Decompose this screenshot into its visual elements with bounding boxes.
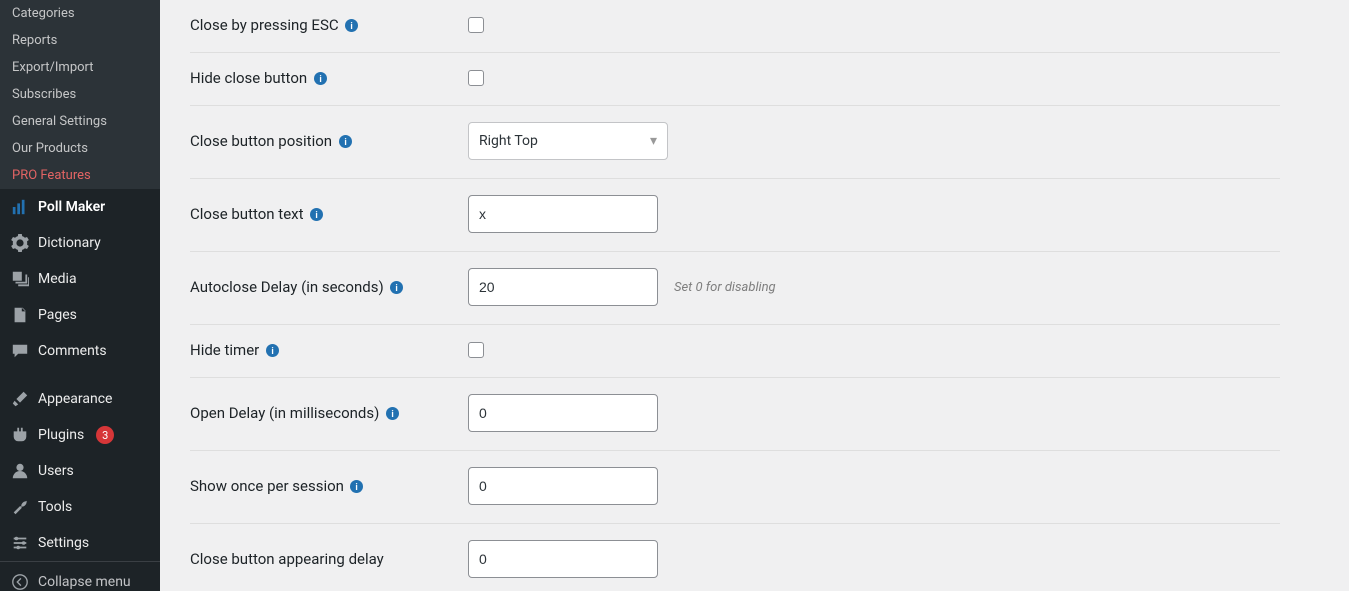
- svg-text:i: i: [344, 137, 346, 147]
- field-label: Autoclose Delay (in seconds): [190, 278, 384, 296]
- menu-dictionary[interactable]: Dictionary: [0, 225, 160, 261]
- close-position-select[interactable]: Right Top ▾: [468, 122, 668, 160]
- submenu-pro-features[interactable]: PRO Features: [0, 162, 160, 189]
- admin-sidebar: Categories Reports Export/Import Subscri…: [0, 0, 160, 591]
- menu-tools[interactable]: Tools: [0, 489, 160, 525]
- field-label: Hide close button: [190, 69, 307, 87]
- autoclose-delay-input[interactable]: [468, 268, 658, 306]
- hide-timer-checkbox[interactable]: [468, 342, 484, 358]
- field-label: Close by pressing ESC: [190, 16, 339, 34]
- svg-text:i: i: [350, 21, 352, 31]
- row-close-text: Close button text i: [190, 179, 1280, 252]
- helper-text: Set 0 for disabling: [674, 280, 776, 295]
- menu-label: Pages: [38, 307, 77, 323]
- chart-icon: [10, 197, 30, 217]
- menu-appearance[interactable]: Appearance: [0, 381, 160, 417]
- row-close-position: Close button position i Right Top ▾: [190, 106, 1280, 179]
- gear-icon: [10, 233, 30, 253]
- menu-pages[interactable]: Pages: [0, 297, 160, 333]
- menu-label: Tools: [38, 499, 72, 515]
- row-close-esc: Close by pressing ESC i: [190, 0, 1280, 53]
- row-close-appearing-delay: Close button appearing delay: [190, 524, 1280, 591]
- brush-icon: [10, 389, 30, 409]
- hide-close-checkbox[interactable]: [468, 70, 484, 86]
- menu-label: Media: [38, 271, 77, 287]
- plugins-update-badge: 3: [96, 426, 114, 444]
- info-icon[interactable]: i: [390, 280, 404, 294]
- menu-label: Settings: [38, 535, 89, 551]
- menu-plugins[interactable]: Plugins 3: [0, 417, 160, 453]
- svg-text:i: i: [319, 74, 321, 84]
- media-icon: [10, 269, 30, 289]
- settings-icon: [10, 533, 30, 553]
- row-open-delay: Open Delay (in milliseconds) i: [190, 378, 1280, 451]
- row-hide-timer: Hide timer i: [190, 325, 1280, 378]
- menu-label: Poll Maker: [38, 199, 105, 215]
- info-icon[interactable]: i: [350, 479, 364, 493]
- row-hide-close: Hide close button i: [190, 53, 1280, 106]
- row-autoclose-delay: Autoclose Delay (in seconds) i Set 0 for…: [190, 252, 1280, 325]
- submenu-general-settings[interactable]: General Settings: [0, 108, 160, 135]
- submenu-categories[interactable]: Categories: [0, 0, 160, 27]
- menu-label: Dictionary: [38, 235, 101, 251]
- submenu-subscribes[interactable]: Subscribes: [0, 81, 160, 108]
- chevron-down-icon: ▾: [650, 133, 657, 149]
- row-once-per-session: Show once per session i: [190, 451, 1280, 524]
- close-text-input[interactable]: [468, 195, 658, 233]
- select-value: Right Top: [479, 133, 538, 149]
- close-esc-checkbox[interactable]: [468, 17, 484, 33]
- submenu-export-import[interactable]: Export/Import: [0, 54, 160, 81]
- field-label: Close button text: [190, 205, 304, 223]
- menu-label: Appearance: [38, 391, 112, 407]
- menu-label: Users: [38, 463, 74, 479]
- menu-label: Plugins: [38, 427, 84, 443]
- field-label: Hide timer: [190, 341, 259, 359]
- menu-settings[interactable]: Settings: [0, 525, 160, 561]
- svg-text:i: i: [391, 409, 393, 419]
- settings-panel: Close by pressing ESC i Hide close butto…: [160, 0, 1349, 591]
- info-icon[interactable]: i: [385, 406, 399, 420]
- info-icon[interactable]: i: [313, 71, 327, 85]
- wrench-icon: [10, 497, 30, 517]
- open-delay-input[interactable]: [468, 394, 658, 432]
- page-icon: [10, 305, 30, 325]
- collapse-icon: [10, 572, 30, 591]
- once-per-session-input[interactable]: [468, 467, 658, 505]
- close-appearing-delay-input[interactable]: [468, 540, 658, 578]
- info-icon[interactable]: i: [338, 134, 352, 148]
- info-icon[interactable]: i: [345, 18, 359, 32]
- menu-users[interactable]: Users: [0, 453, 160, 489]
- submenu-our-products[interactable]: Our Products: [0, 135, 160, 162]
- svg-text:i: i: [356, 482, 358, 492]
- plugin-icon: [10, 425, 30, 445]
- menu-poll-maker[interactable]: Poll Maker: [0, 189, 160, 225]
- comment-icon: [10, 341, 30, 361]
- menu-comments[interactable]: Comments: [0, 333, 160, 369]
- field-label: Open Delay (in milliseconds): [190, 404, 379, 422]
- field-label: Close button appearing delay: [190, 550, 384, 568]
- info-icon[interactable]: i: [265, 343, 279, 357]
- field-label: Show once per session: [190, 477, 344, 495]
- svg-text:i: i: [271, 346, 273, 356]
- info-icon[interactable]: i: [310, 207, 324, 221]
- menu-media[interactable]: Media: [0, 261, 160, 297]
- svg-text:i: i: [395, 283, 397, 293]
- collapse-label: Collapse menu: [38, 574, 131, 590]
- user-icon: [10, 461, 30, 481]
- menu-label: Comments: [38, 343, 107, 359]
- submenu-reports[interactable]: Reports: [0, 27, 160, 54]
- field-label: Close button position: [190, 132, 332, 150]
- svg-text:i: i: [315, 210, 317, 220]
- collapse-menu[interactable]: Collapse menu: [0, 561, 160, 591]
